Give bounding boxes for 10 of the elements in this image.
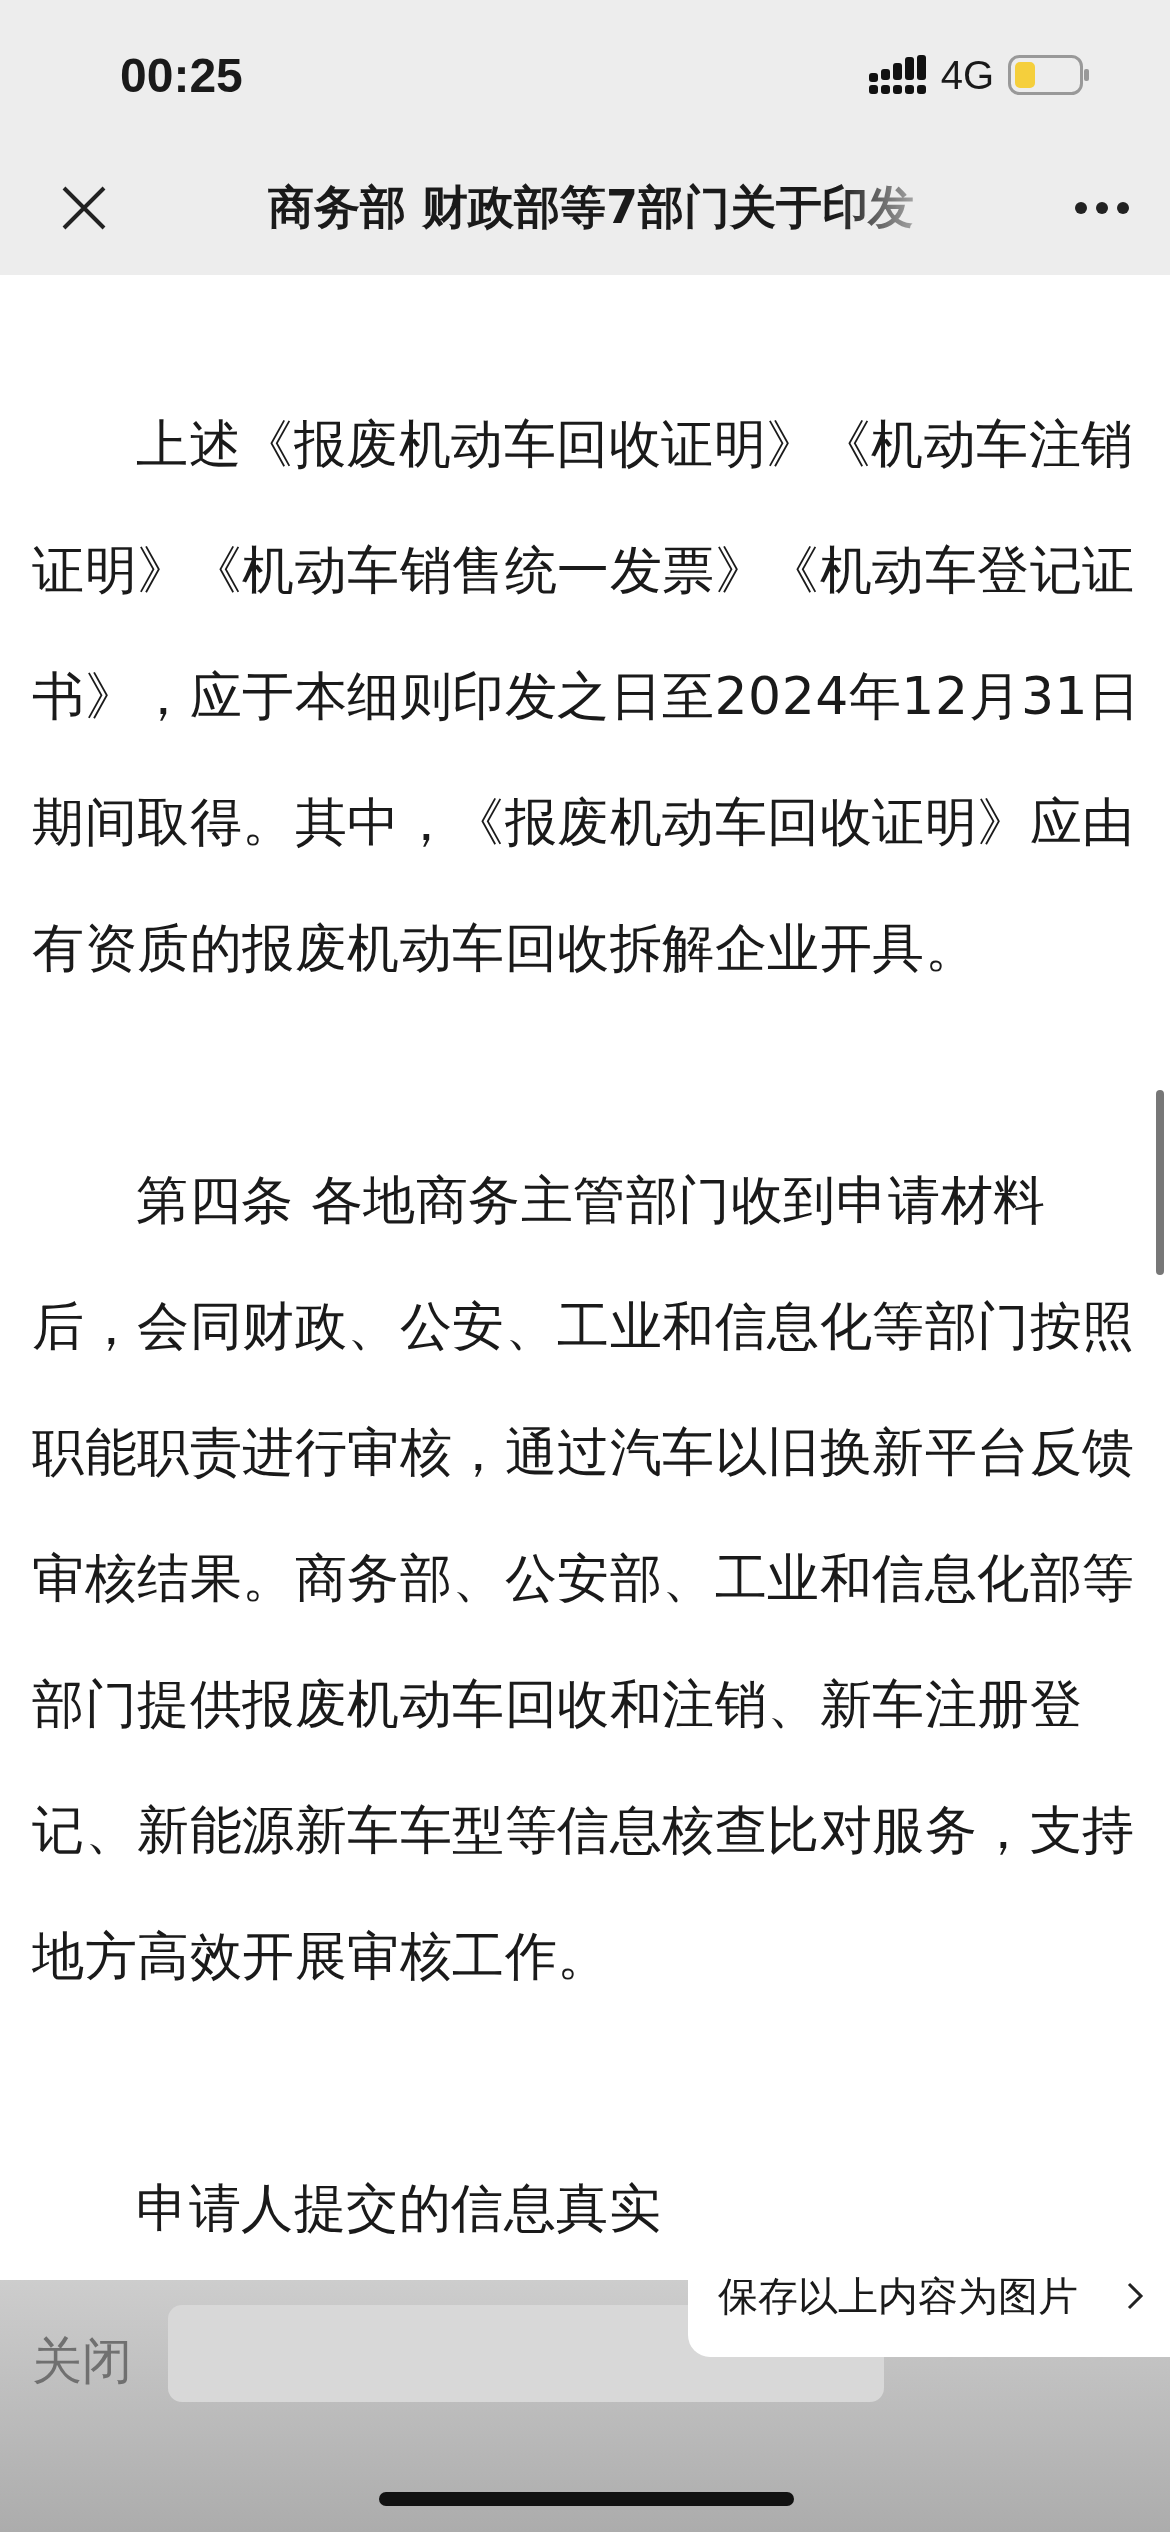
article-paragraph: 第四条 各地商务主管部门收到申请材料后，会同财政、公安、工业和信息化等部门按照职能职责进行审核，通过汽车以旧换新平台反馈审核结果。商务部、公安部、工业和信息化部等部门提供报废机动车回收和注销、新车注册登记、新能源新车车型等信息核查比对服务，支持地方高效开展审核工作。 — [32, 1169, 1136, 1988]
chevron-right-icon — [1126, 2281, 1144, 2311]
more-icon[interactable] — [1074, 200, 1130, 215]
article-paragraph: 上述《报废机动车回收证明》《机动车注销证明》《机动车销售统一发票》《机动车登记证书》，应于本细则印发之日至2024年12月31日期间取得。其中，《报废机动车回收证明》应由有资质的报废机动车回收拆解企业开具。 — [32, 413, 1142, 980]
status-time: 00:25 — [120, 47, 243, 103]
network-type: 4G — [940, 52, 994, 98]
battery-icon — [1008, 55, 1090, 95]
signal-icon — [868, 55, 927, 95]
article-paragraph: 申请人提交的信息真实 — [135, 2177, 662, 2240]
page-title: 商务部 财政部等7部门关于印发 — [268, 178, 914, 236]
